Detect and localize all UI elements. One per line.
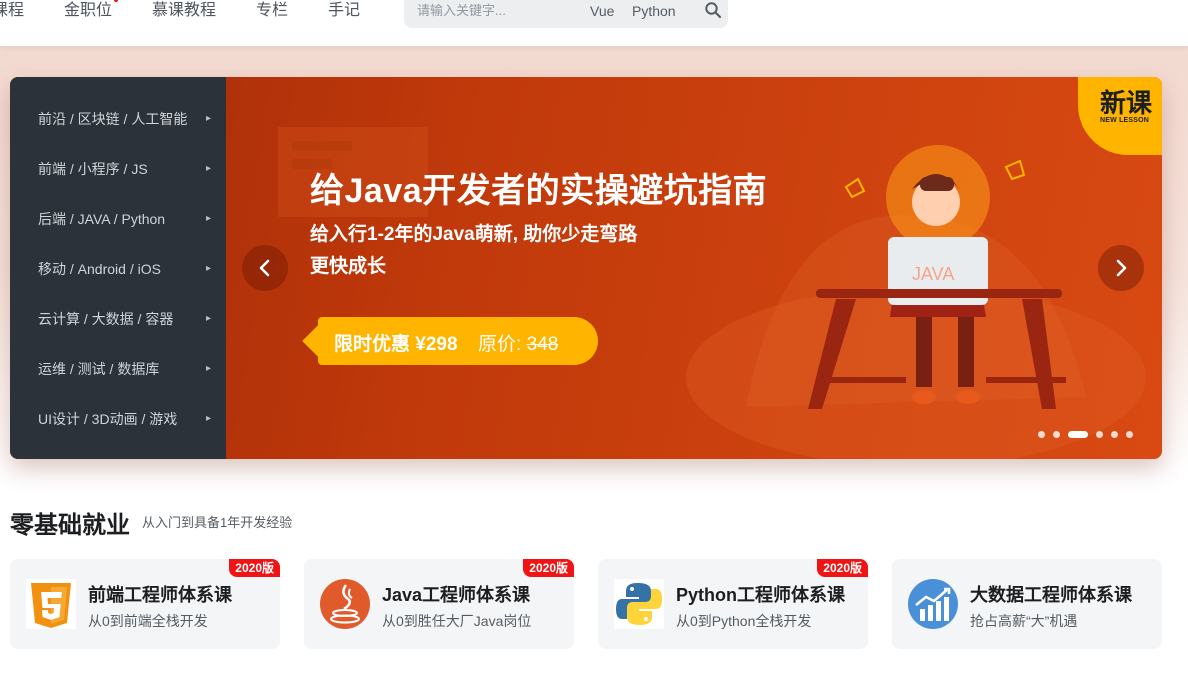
card-title: Java工程师体系课 xyxy=(382,585,531,605)
card-desc: 从0到Python全栈开发 xyxy=(676,613,812,629)
category-sidebar: 前沿 / 区块链 / 人工智能 ▸ 前端 / 小程序 / JS ▸ 后端 / J… xyxy=(10,77,226,459)
nav-item-courses[interactable]: 课程 xyxy=(0,0,24,22)
sidebar-item-backend[interactable]: 后端 / JAVA / Python xyxy=(38,209,165,229)
new-lesson-text: 新课 xyxy=(1100,88,1153,118)
course-card-frontend[interactable]: 前端工程师体系课 从0到前端全栈开发 2020版 xyxy=(10,559,280,649)
version-badge: 2020版 xyxy=(817,559,868,577)
html5-icon xyxy=(26,579,76,629)
search-input[interactable]: 请输入关键字... xyxy=(417,0,506,22)
card-desc: 从0到前端全栈开发 xyxy=(88,613,208,629)
banner-subtitle-line1: 给入行1-2年的Java萌新, 助你少走弯路 xyxy=(310,224,638,245)
section-title: 零基础就业 xyxy=(10,512,130,539)
section-subtitle: 从入门到具备1年开发经验 xyxy=(142,515,293,530)
sidebar-item-frontend[interactable]: 前端 / 小程序 / JS xyxy=(38,159,148,179)
chevron-right-icon: ▸ xyxy=(206,213,212,224)
card-title: 前端工程师体系课 xyxy=(88,585,232,605)
sale-price: 限时优惠 ¥298 xyxy=(334,334,458,355)
course-card-python[interactable]: Python工程师体系课 从0到Python全栈开发 2020版 xyxy=(598,559,868,649)
chevron-left-icon xyxy=(259,259,270,277)
original-price-label: 原价: xyxy=(478,334,522,355)
banner-dot-active[interactable] xyxy=(1068,431,1088,438)
chevron-right-icon: ▸ xyxy=(206,113,212,124)
nav-item-columns[interactable]: 专栏 xyxy=(256,0,288,22)
nav-item-jobs-label: 金职位 xyxy=(64,2,113,19)
banner-subtitle-line2: 更快成长 xyxy=(310,256,387,277)
banner-title: 给Java开发者的实操避坑指南 xyxy=(310,172,768,210)
price-badge-body: 限时优惠 ¥298 原价: 348 xyxy=(318,317,598,365)
banner-dot[interactable] xyxy=(1053,431,1060,438)
banner-dot[interactable] xyxy=(1111,431,1118,438)
search-box[interactable]: 请输入关键字... Vue Python xyxy=(404,0,728,28)
sidebar-item-frontier[interactable]: 前沿 / 区块链 / 人工智能 xyxy=(38,109,187,129)
card-desc: 从0到胜任大厂Java岗位 xyxy=(382,613,532,629)
top-nav: 课程 金职位 慕课教程 专栏 手记 请输入关键字... Vue Python xyxy=(0,0,1188,46)
banner-pagination xyxy=(1038,431,1148,439)
chevron-right-icon: ▸ xyxy=(206,263,212,274)
course-card-bigdata[interactable]: 大数据工程师体系课 抢占高薪“大”机遇 xyxy=(892,559,1162,649)
banner-next-button[interactable] xyxy=(1098,245,1144,291)
chevron-right-icon: ▸ xyxy=(206,163,212,174)
banner-subtitle: 给入行1-2年的Java萌新, 助你少走弯路 更快成长 xyxy=(310,219,637,283)
search-tag-python[interactable]: Python xyxy=(632,0,676,22)
version-badge: 2020版 xyxy=(229,559,280,577)
sidebar-item-cloud[interactable]: 云计算 / 大数据 / 容器 xyxy=(38,309,173,329)
version-badge: 2020版 xyxy=(523,559,574,577)
banner-dot[interactable] xyxy=(1126,431,1133,438)
sidebar-item-design[interactable]: UI设计 / 3D动画 / 游戏 xyxy=(38,409,177,429)
card-title: 大数据工程师体系课 xyxy=(970,585,1132,605)
course-card-java[interactable]: Java工程师体系课 从0到胜任大厂Java岗位 2020版 xyxy=(304,559,574,649)
chevron-right-icon: ▸ xyxy=(206,313,212,324)
banner-dot[interactable] xyxy=(1096,431,1103,438)
bigdata-icon xyxy=(908,579,958,629)
laptop-label: JAVA xyxy=(912,264,954,284)
original-price: 原价: 348 xyxy=(478,329,558,356)
new-dot-icon xyxy=(114,0,119,2)
banner-prev-button[interactable] xyxy=(242,245,288,291)
nav-item-tutorials[interactable]: 慕课教程 xyxy=(152,0,216,22)
new-lesson-en: NEW LESSON xyxy=(1100,117,1150,124)
python-icon xyxy=(614,579,664,629)
chevron-right-icon: ▸ xyxy=(206,413,212,424)
nav-item-jobs[interactable]: 金职位 xyxy=(64,0,119,22)
search-icon[interactable] xyxy=(704,1,722,19)
chevron-right-icon xyxy=(1116,259,1127,277)
banner-dot[interactable] xyxy=(1038,431,1045,438)
original-price-value: 348 xyxy=(526,334,559,355)
sidebar-item-mobile[interactable]: 移动 / Android / iOS xyxy=(38,259,161,279)
card-title: Python工程师体系课 xyxy=(676,585,845,605)
search-tag-vue[interactable]: Vue xyxy=(590,0,614,22)
chevron-right-icon: ▸ xyxy=(206,363,212,374)
price-badge[interactable]: 限时优惠 ¥298 原价: 348 xyxy=(302,317,598,365)
hero-banner[interactable]: 前沿 / 区块链 / 人工智能 ▸ 前端 / 小程序 / JS ▸ 后端 / J… xyxy=(10,77,1162,459)
card-desc: 抢占高薪“大”机遇 xyxy=(970,613,1078,629)
nav-item-notes[interactable]: 手记 xyxy=(328,0,360,22)
java-icon xyxy=(320,579,370,629)
sidebar-item-ops[interactable]: 运维 / 测试 / 数据库 xyxy=(38,359,159,379)
